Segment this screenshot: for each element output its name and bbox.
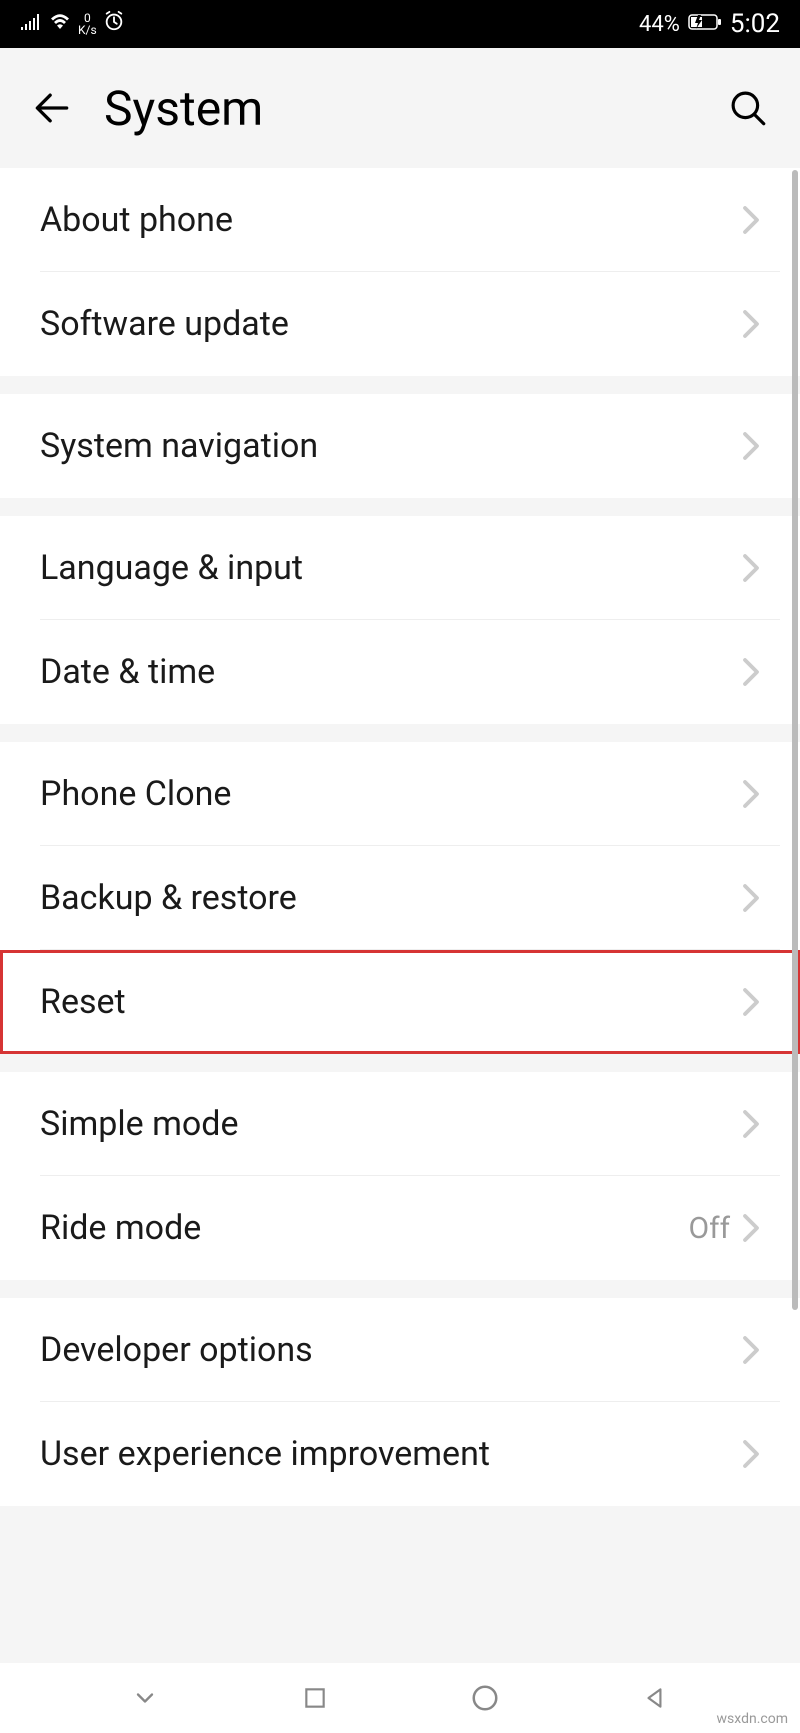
chevron-right-icon (742, 1335, 760, 1365)
square-icon (302, 1685, 328, 1711)
setting-row-backup-restore[interactable]: Backup & restore (0, 846, 800, 950)
chevron-down-icon (131, 1684, 159, 1712)
chevron-right-icon (742, 309, 760, 339)
setting-row-language-input[interactable]: Language & input (0, 516, 800, 620)
alarm-icon (103, 10, 125, 38)
setting-row-reset[interactable]: Reset (0, 950, 800, 1054)
chevron-right-icon (742, 205, 760, 235)
settings-group: About phone Software update (0, 168, 800, 376)
scrollbar[interactable] (792, 170, 798, 1310)
setting-label: About phone (40, 200, 742, 240)
chevron-right-icon (742, 431, 760, 461)
chevron-right-icon (742, 883, 760, 913)
setting-row-developer-options[interactable]: Developer options (0, 1298, 800, 1402)
search-icon (727, 87, 769, 129)
setting-row-user-experience-improvement[interactable]: User experience improvement (0, 1402, 800, 1506)
chevron-right-icon (742, 1213, 760, 1243)
triangle-back-icon (642, 1685, 668, 1711)
wifi-icon (48, 12, 72, 37)
settings-group: Phone Clone Backup & restore Reset (0, 742, 800, 1054)
chevron-right-icon (742, 987, 760, 1017)
watermark: wsxdn.com (717, 1711, 788, 1727)
settings-group: Simple mode Ride modeOff (0, 1072, 800, 1280)
settings-list: About phone Software update System navigat… (0, 168, 800, 1506)
settings-group: Language & input Date & time (0, 516, 800, 724)
chevron-right-icon (742, 657, 760, 687)
speed-indicator: 0 K/s (78, 12, 97, 36)
setting-label: Simple mode (40, 1104, 742, 1144)
chevron-right-icon (742, 553, 760, 583)
back-button[interactable] (30, 86, 74, 130)
page-title: System (104, 80, 696, 137)
setting-row-system-navigation[interactable]: System navigation (0, 394, 800, 498)
header: System (0, 48, 800, 168)
setting-label: Backup & restore (40, 878, 742, 918)
setting-row-simple-mode[interactable]: Simple mode (0, 1072, 800, 1176)
settings-group: System navigation (0, 394, 800, 498)
setting-label: Phone Clone (40, 774, 742, 814)
setting-row-phone-clone[interactable]: Phone Clone (0, 742, 800, 846)
setting-label: Software update (40, 304, 742, 344)
speed-unit: K/s (78, 24, 97, 36)
chevron-right-icon (742, 779, 760, 809)
setting-label: Developer options (40, 1330, 742, 1370)
setting-label: Ride mode (40, 1208, 689, 1248)
battery-percent: 44% (639, 12, 680, 37)
setting-row-ride-mode[interactable]: Ride modeOff (0, 1176, 800, 1280)
nav-recents-button[interactable] (295, 1678, 335, 1718)
back-arrow-icon (30, 86, 74, 130)
setting-row-about-phone[interactable]: About phone (0, 168, 800, 272)
navigation-bar (0, 1663, 800, 1733)
setting-label: Date & time (40, 652, 742, 692)
status-left: 0 K/s (20, 10, 125, 38)
chevron-right-icon (742, 1439, 760, 1469)
nav-home-button[interactable] (465, 1678, 505, 1718)
signal-icon (20, 12, 42, 37)
search-button[interactable] (726, 86, 770, 130)
time: 5:02 (730, 9, 780, 39)
setting-label: Reset (40, 982, 742, 1022)
status-bar: 0 K/s 44% 5:02 (0, 0, 800, 48)
nav-back-button[interactable] (635, 1678, 675, 1718)
battery-icon (688, 12, 722, 37)
nav-chevron-button[interactable] (125, 1678, 165, 1718)
setting-label: Language & input (40, 548, 742, 588)
setting-value: Off (689, 1211, 731, 1246)
settings-group: Developer options User experience improve… (0, 1298, 800, 1506)
setting-row-software-update[interactable]: Software update (0, 272, 800, 376)
setting-label: System navigation (40, 426, 742, 466)
chevron-right-icon (742, 1109, 760, 1139)
setting-row-date-time[interactable]: Date & time (0, 620, 800, 724)
circle-icon (470, 1683, 500, 1713)
setting-label: User experience improvement (40, 1434, 742, 1474)
status-right: 44% 5:02 (639, 9, 780, 39)
